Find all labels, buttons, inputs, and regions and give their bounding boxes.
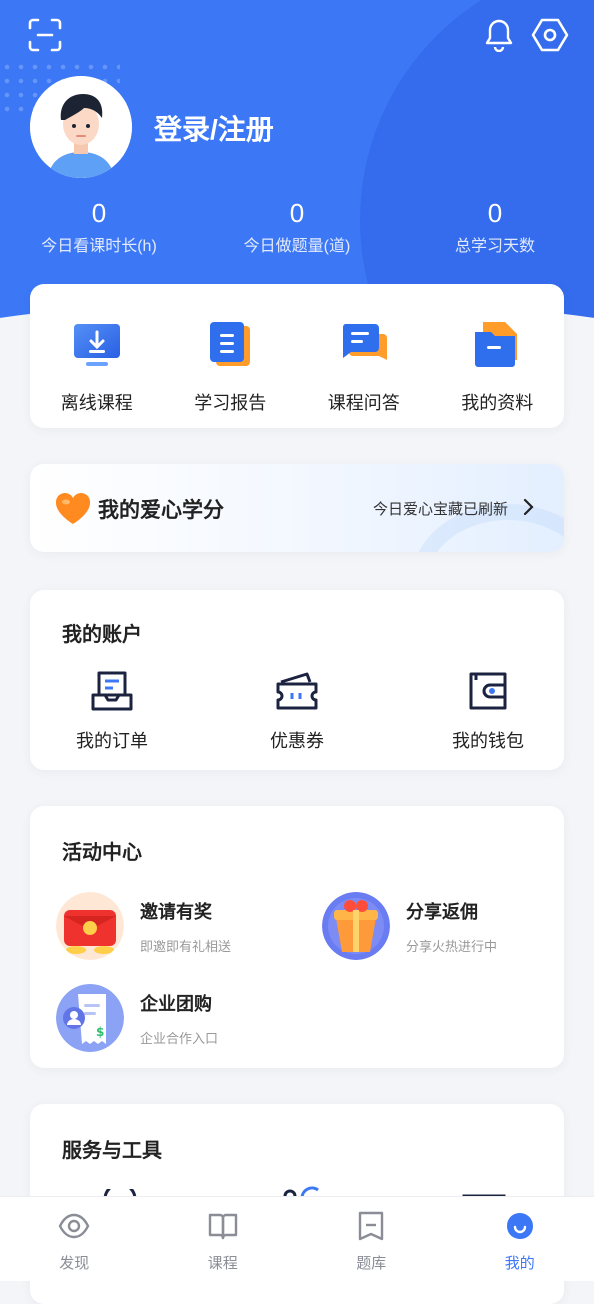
activity-title: 活动中心 xyxy=(62,836,142,865)
quick-label: 离线课程 xyxy=(61,389,133,415)
quick-my-materials[interactable]: 我的资料 xyxy=(431,284,565,428)
account-wallet[interactable]: 我的钱包 xyxy=(428,670,548,753)
tab-profile[interactable]: 我的 xyxy=(446,1197,594,1281)
tab-discover[interactable]: 发现 xyxy=(0,1197,149,1281)
account-label: 优惠券 xyxy=(270,727,324,753)
activity-invite[interactable]: 邀请有奖 即邀即有礼相送 xyxy=(56,892,231,960)
tab-label: 我的 xyxy=(505,1252,535,1273)
activity-item-title: 企业团购 xyxy=(140,990,218,1016)
coupon-icon xyxy=(275,670,319,717)
bell-icon[interactable] xyxy=(482,16,516,54)
heart-icon xyxy=(54,492,92,531)
account-label: 我的钱包 xyxy=(452,727,524,753)
stat-questions[interactable]: 0 今日做题量(道) xyxy=(198,196,396,256)
quick-label: 学习报告 xyxy=(194,389,266,415)
quick-study-report[interactable]: 学习报告 xyxy=(164,284,298,428)
account-card: 我的账户 我的订单 优惠券 xyxy=(30,590,564,770)
scan-icon[interactable] xyxy=(26,16,64,54)
quick-actions-card: 离线课程 学习报告 课程问答 xyxy=(30,284,564,428)
activity-enterprise-purchase[interactable]: $ 企业团购 企业合作入口 xyxy=(56,984,218,1052)
quick-course-qa[interactable]: 课程问答 xyxy=(297,284,431,428)
activity-item-title: 邀请有奖 xyxy=(140,898,231,924)
account-coupons[interactable]: 优惠券 xyxy=(237,670,357,753)
tab-label: 课程 xyxy=(208,1252,238,1273)
eye-icon xyxy=(58,1211,90,1246)
activity-item-title: 分享返佣 xyxy=(406,898,497,924)
report-icon xyxy=(206,320,254,373)
profile-smile-icon xyxy=(504,1211,536,1246)
stat-label: 今日做题量(道) xyxy=(198,232,396,256)
love-credits-subtitle: 今日爱心宝藏已刷新 xyxy=(373,498,508,519)
login-register-link[interactable]: 登录/注册 xyxy=(154,108,274,148)
red-envelope-icon xyxy=(56,892,124,960)
quick-offline-courses[interactable]: 离线课程 xyxy=(30,284,164,428)
book-icon xyxy=(207,1211,239,1246)
bottom-tab-bar: 发现 课程 题库 我的 xyxy=(0,1196,594,1281)
activity-item-subtitle: 即邀即有礼相送 xyxy=(140,936,231,955)
activity-share-commission[interactable]: 分享返佣 分享火热进行中 xyxy=(322,892,497,960)
account-title: 我的账户 xyxy=(62,618,142,647)
quick-label: 课程问答 xyxy=(328,389,400,415)
chevron-right-icon xyxy=(522,498,534,521)
download-monitor-icon xyxy=(72,320,122,373)
tab-label: 发现 xyxy=(59,1252,89,1273)
account-orders[interactable]: 我的订单 xyxy=(52,670,172,753)
love-credits-banner[interactable]: 我的爱心学分 今日爱心宝藏已刷新 xyxy=(30,464,564,552)
activity-item-subtitle: 企业合作入口 xyxy=(140,1028,218,1047)
question-bank-icon xyxy=(355,1211,387,1246)
stat-value: 0 xyxy=(396,196,594,230)
folder-icon xyxy=(473,320,521,373)
tab-label: 题库 xyxy=(356,1252,386,1273)
receipt-icon: $ xyxy=(56,984,124,1052)
svg-text:$: $ xyxy=(96,1025,104,1039)
avatar[interactable] xyxy=(30,76,132,178)
account-label: 我的订单 xyxy=(76,727,148,753)
gift-box-icon xyxy=(322,892,390,960)
stat-watch-time[interactable]: 0 今日看课时长(h) xyxy=(0,196,198,256)
stat-value: 0 xyxy=(198,196,396,230)
activity-card: 活动中心 邀请有奖 即邀即有礼相送 xyxy=(30,806,564,1068)
quick-label: 我的资料 xyxy=(461,389,533,415)
services-title: 服务与工具 xyxy=(62,1134,162,1163)
tab-question-bank[interactable]: 题库 xyxy=(297,1197,446,1281)
stat-label: 今日看课时长(h) xyxy=(0,232,198,256)
qa-chat-icon xyxy=(339,320,389,373)
love-credits-title: 我的爱心学分 xyxy=(98,494,224,524)
stats-row: 0 今日看课时长(h) 0 今日做题量(道) 0 总学习天数 xyxy=(0,196,594,256)
settings-hexagon-icon[interactable] xyxy=(530,16,570,54)
stat-study-days[interactable]: 0 总学习天数 xyxy=(396,196,594,256)
order-icon xyxy=(90,670,134,717)
wallet-icon xyxy=(466,670,510,717)
stat-label: 总学习天数 xyxy=(396,232,594,256)
stat-value: 0 xyxy=(0,196,198,230)
activity-item-subtitle: 分享火热进行中 xyxy=(406,936,497,955)
tab-courses[interactable]: 课程 xyxy=(149,1197,298,1281)
